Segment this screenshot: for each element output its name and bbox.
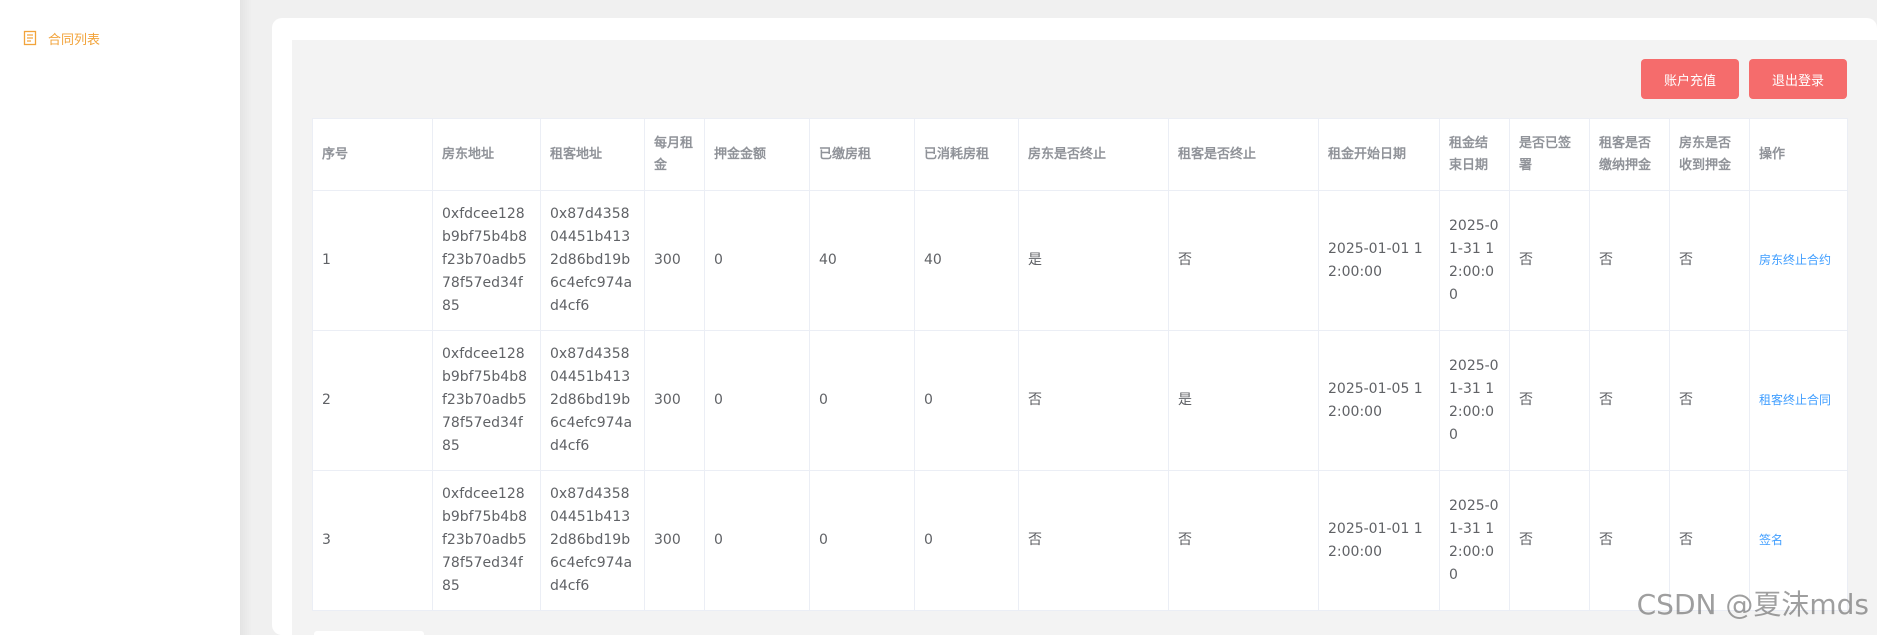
- sidebar: 合同列表: [0, 0, 241, 635]
- column-header: 每月租金: [644, 118, 705, 191]
- contract-table: 序号 房东地址 租客地址 每月租金 押金金额 已缴房租 已消耗房租 房东是否终止…: [312, 118, 1848, 611]
- column-header: 房东是否终止: [1018, 118, 1169, 191]
- column-header: 租金结束日期: [1439, 118, 1510, 191]
- table-cell: 0: [809, 330, 915, 471]
- table-cell: 否: [1509, 330, 1590, 471]
- logout-button[interactable]: 退出登录: [1749, 59, 1847, 99]
- table-cell: 0x87d435804451b4132d86bd19b6c4efc974ad4c…: [540, 190, 645, 331]
- table-cell: 2025-01-01 12:00:00: [1318, 190, 1440, 331]
- sign-link[interactable]: 签名: [1759, 533, 1783, 547]
- table-cell: 0xfdcee128b9bf75b4b8f23b70adb578f57ed34f…: [432, 470, 541, 611]
- column-header: 序号: [312, 118, 433, 191]
- document-icon: [22, 30, 38, 46]
- table-row: 3 0xfdcee128b9bf75b4b8f23b70adb578f57ed3…: [312, 470, 1848, 611]
- table-cell: 否: [1168, 470, 1319, 611]
- recharge-button[interactable]: 账户充值: [1641, 59, 1739, 99]
- action-cell: 房东终止合约: [1749, 190, 1848, 331]
- table-cell: 否: [1669, 330, 1750, 471]
- action-cell: 租客终止合同: [1749, 330, 1848, 471]
- table-cell: 0: [704, 330, 810, 471]
- sidebar-item-contract-list[interactable]: 合同列表: [22, 26, 100, 50]
- table-cell: 0xfdcee128b9bf75b4b8f23b70adb578f57ed34f…: [432, 190, 541, 331]
- table-cell: 0: [704, 190, 810, 331]
- table-cell: 否: [1509, 190, 1590, 331]
- table-cell: 0: [914, 330, 1019, 471]
- column-header: 是否已签署: [1509, 118, 1590, 191]
- sidebar-divider: [240, 0, 252, 635]
- column-header: 房东地址: [432, 118, 541, 191]
- table-cell: 0: [809, 470, 915, 611]
- table-cell: 2025-01-05 12:00:00: [1318, 330, 1440, 471]
- sidebar-item-label: 合同列表: [48, 32, 101, 48]
- column-header: 已缴房租: [809, 118, 915, 191]
- table-cell: 40: [914, 190, 1019, 331]
- table-cell: 300: [644, 190, 705, 331]
- table-row: 2 0xfdcee128b9bf75b4b8f23b70adb578f57ed3…: [312, 330, 1848, 471]
- column-header: 租客地址: [540, 118, 645, 191]
- landlord-terminate-link[interactable]: 房东终止合约: [1759, 253, 1831, 267]
- table-cell: 否: [1018, 330, 1169, 471]
- table-cell: 否: [1018, 470, 1169, 611]
- column-header: 操作: [1749, 118, 1848, 191]
- table-cell: 否: [1168, 190, 1319, 331]
- tenant-terminate-link[interactable]: 租客终止合同: [1759, 393, 1831, 407]
- table-cell: 2025-01-31 12:00:00: [1439, 470, 1510, 611]
- table-cell: 否: [1589, 190, 1670, 331]
- table-cell: 300: [644, 330, 705, 471]
- table-cell: 0: [914, 470, 1019, 611]
- table-cell: 否: [1509, 470, 1590, 611]
- table-header-row: 序号 房东地址 租客地址 每月租金 押金金额 已缴房租 已消耗房租 房东是否终止…: [312, 118, 1848, 191]
- table-cell: 2025-01-01 12:00:00: [1318, 470, 1440, 611]
- table-cell: 0: [704, 470, 810, 611]
- watermark: CSDN @夏沫mds: [1636, 588, 1869, 621]
- table-cell: 否: [1669, 190, 1750, 331]
- table-cell: 2025-01-31 12:00:00: [1439, 330, 1510, 471]
- table-cell: 0xfdcee128b9bf75b4b8f23b70adb578f57ed34f…: [432, 330, 541, 471]
- table-row: 1 0xfdcee128b9bf75b4b8f23b70adb578f57ed3…: [312, 190, 1848, 331]
- column-header: 租客是否缴纳押金: [1589, 118, 1670, 191]
- table-cell: 是: [1018, 190, 1169, 331]
- table-cell: 是: [1168, 330, 1319, 471]
- table-cell: 2: [312, 330, 433, 471]
- table-cell: 40: [809, 190, 915, 331]
- table-cell: 3: [312, 470, 433, 611]
- table-cell: 否: [1589, 330, 1670, 471]
- table-cell: 1: [312, 190, 433, 331]
- column-header: 租金开始日期: [1318, 118, 1440, 191]
- column-header: 押金金额: [704, 118, 810, 191]
- pagination: [314, 631, 424, 635]
- table-cell: 300: [644, 470, 705, 611]
- table-cell: 0x87d435804451b4132d86bd19b6c4efc974ad4c…: [540, 330, 645, 471]
- column-header: 已消耗房租: [914, 118, 1019, 191]
- column-header: 房东是否收到押金: [1669, 118, 1750, 191]
- table-cell: 0x87d435804451b4132d86bd19b6c4efc974ad4c…: [540, 470, 645, 611]
- table-cell: 2025-01-31 12:00:00: [1439, 190, 1510, 331]
- column-header: 租客是否终止: [1168, 118, 1319, 191]
